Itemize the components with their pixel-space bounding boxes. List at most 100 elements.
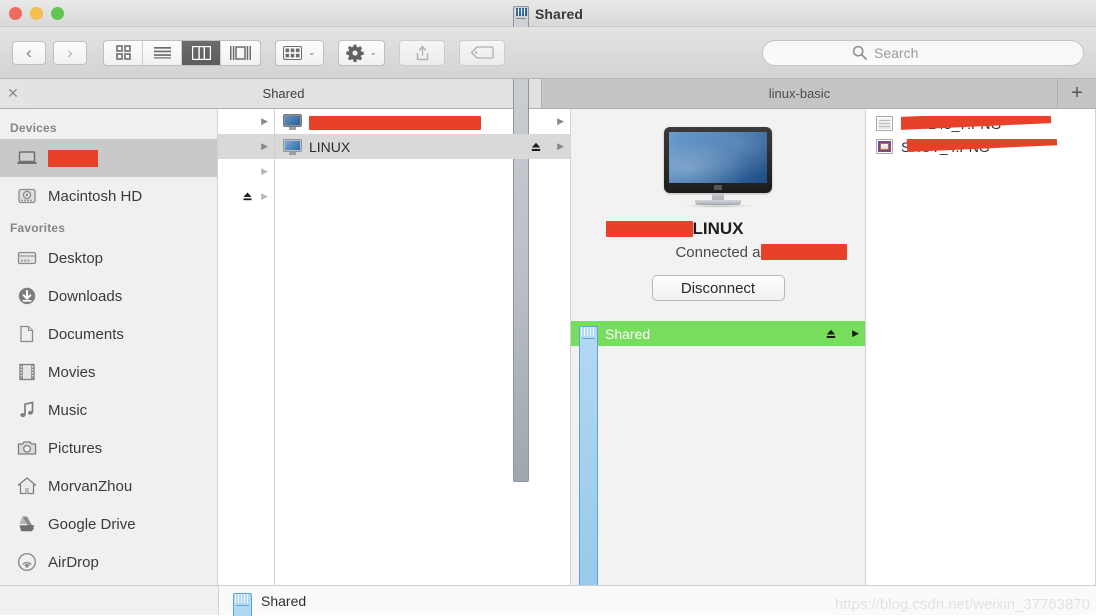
column-view-button[interactable]	[182, 40, 221, 65]
sidebar-item-airdrop-label: AirDrop	[48, 553, 99, 571]
sidebar-item-google-drive[interactable]: Google Drive	[0, 505, 217, 543]
redaction-bar	[605, 221, 693, 237]
column-view-icon	[191, 45, 211, 60]
list-item-label: SH4243_7.PNG	[901, 115, 1095, 132]
sidebar-item-morvanzhou-label: MorvanZhou	[48, 477, 133, 495]
sidebar-section-favorites: Favorites	[10, 221, 66, 235]
window-title: Shared	[0, 0, 1096, 482]
close-tab-button[interactable]: ✕	[0, 79, 26, 108]
share-icon	[415, 45, 430, 61]
list-item-shared-label: Shared	[605, 325, 651, 342]
icon-view-button[interactable]	[104, 40, 143, 65]
list-item-label: LINUX	[309, 139, 523, 155]
sidebar-item-movies[interactable]: Movies	[0, 353, 217, 391]
google-drive-icon	[16, 513, 38, 535]
arrange-icon	[283, 45, 302, 60]
shared-folder-icon	[579, 325, 598, 585]
tab-shared[interactable]: Shared	[26, 79, 542, 108]
search-input[interactable]	[874, 44, 994, 61]
sidebar-item-macintosh-hd[interactable]: Macintosh HD	[0, 177, 217, 215]
sidebar-item-google-drive-label: Google Drive	[48, 515, 136, 533]
movies-icon	[16, 361, 38, 383]
stub-row[interactable]: ▶	[218, 134, 274, 159]
search-icon	[852, 45, 867, 60]
sidebar-item-downloads-label: Downloads	[48, 287, 123, 305]
stub-row[interactable]: ▶	[218, 159, 274, 184]
redaction-bar	[309, 115, 481, 130]
disclosure-triangle-icon: ▶	[261, 116, 268, 126]
shared-drive-icon	[512, 6, 529, 482]
disclosure-triangle-icon: ▶	[557, 141, 564, 151]
sidebar-item-downloads[interactable]: Downloads	[0, 277, 217, 315]
redaction-bar	[760, 244, 847, 260]
eject-icon[interactable]	[530, 141, 542, 153]
preview-connection-status: Connected a	[675, 244, 847, 261]
disclosure-triangle-icon: ▶	[557, 116, 564, 126]
window-body: Devices Morvan	[0, 109, 1096, 585]
sidebar-item-pictures[interactable]: Pictures	[0, 429, 217, 467]
sidebar-item-morvanzhou[interactable]: MorvanZhou	[0, 467, 217, 505]
share-button[interactable]	[399, 39, 446, 66]
icon-view-icon	[115, 45, 131, 60]
list-item[interactable]: SH4243_7.PNG	[866, 112, 1095, 135]
shared-drive-icon	[233, 592, 252, 616]
sidebar-item-music[interactable]: Music	[0, 391, 217, 429]
view-mode-segmented-control	[103, 39, 261, 66]
list-item[interactable]: Ubuntu-20190530.lI ▶	[275, 109, 570, 134]
column-hosts: Ubuntu-20190530.lI ▶ LINUX	[275, 109, 571, 585]
action-menu-button[interactable]: ⌄	[337, 39, 386, 66]
documents-icon	[16, 323, 38, 345]
downloads-icon	[16, 285, 38, 307]
chevron-left-icon: ‹	[26, 43, 32, 62]
sidebar-item-morvan-label: Morvan	[48, 149, 99, 167]
tag-icon	[470, 46, 494, 59]
tab-shared-label: Shared	[262, 86, 305, 101]
list-item-shared[interactable]: Shared ▶	[571, 321, 865, 585]
sidebar-item-documents[interactable]: Documents	[0, 315, 217, 353]
disconnect-button[interactable]: Disconnect	[651, 275, 785, 301]
disclosure-triangle-icon: ▶	[261, 191, 268, 201]
tag-button[interactable]	[459, 39, 506, 66]
pictures-icon	[16, 437, 38, 459]
search-field[interactable]	[762, 39, 1084, 66]
preview-host-name: LINUX	[605, 219, 744, 239]
arrange-button[interactable]: ⌄	[275, 39, 324, 66]
back-button[interactable]: ‹	[12, 40, 46, 65]
gallery-view-icon	[230, 45, 251, 60]
traffic-lights	[9, 6, 64, 20]
sidebar-item-desktop[interactable]: Desktop	[0, 239, 217, 277]
sidebar: Devices Morvan	[0, 109, 218, 585]
zoom-button[interactable]	[51, 6, 64, 20]
tab-linux-basic[interactable]: linux-basic	[542, 79, 1058, 108]
new-tab-button[interactable]: +	[1058, 79, 1096, 108]
disclosure-triangle-icon: ▶	[261, 141, 268, 151]
tab-linux-basic-label: linux-basic	[768, 86, 831, 101]
list-view-button[interactable]	[143, 40, 182, 65]
tab-bar: ✕ Shared linux-basic +	[0, 79, 1096, 109]
redaction-bar	[48, 149, 99, 167]
status-bar: Shared https://blog.csdn.net/weixin_3776…	[0, 585, 1096, 616]
sidebar-item-airdrop[interactable]: AirDrop	[0, 543, 217, 581]
status-bar-label: Shared	[261, 592, 307, 609]
document-preview-icon	[876, 116, 893, 131]
eject-icon[interactable]	[242, 191, 253, 202]
chevron-down-icon: ⌄	[308, 47, 316, 57]
monitor-icon	[283, 138, 302, 155]
close-button[interactable]	[9, 6, 22, 20]
plus-icon: +	[1071, 82, 1083, 104]
list-item[interactable]: SHOT_4.PNG	[866, 135, 1095, 158]
sidebar-item-morvan[interactable]: Morvan	[0, 139, 217, 177]
window-title-text: Shared	[534, 5, 584, 22]
list-item[interactable]: LINUX ▶	[275, 134, 570, 159]
image-file-icon	[876, 139, 893, 154]
list-item-label: Ubuntu-20190530.lI	[309, 114, 550, 130]
stub-row[interactable]: ▶	[218, 109, 274, 134]
home-icon	[16, 475, 38, 497]
forward-button[interactable]: ›	[53, 40, 87, 65]
gallery-view-button[interactable]	[221, 41, 260, 65]
stub-row[interactable]: ▶	[218, 184, 274, 209]
minimize-button[interactable]	[30, 6, 43, 20]
column-preview: LINUX Connected a Disconnect Shared ▶	[571, 109, 866, 585]
eject-icon[interactable]	[825, 328, 837, 340]
close-icon: ✕	[7, 85, 19, 101]
